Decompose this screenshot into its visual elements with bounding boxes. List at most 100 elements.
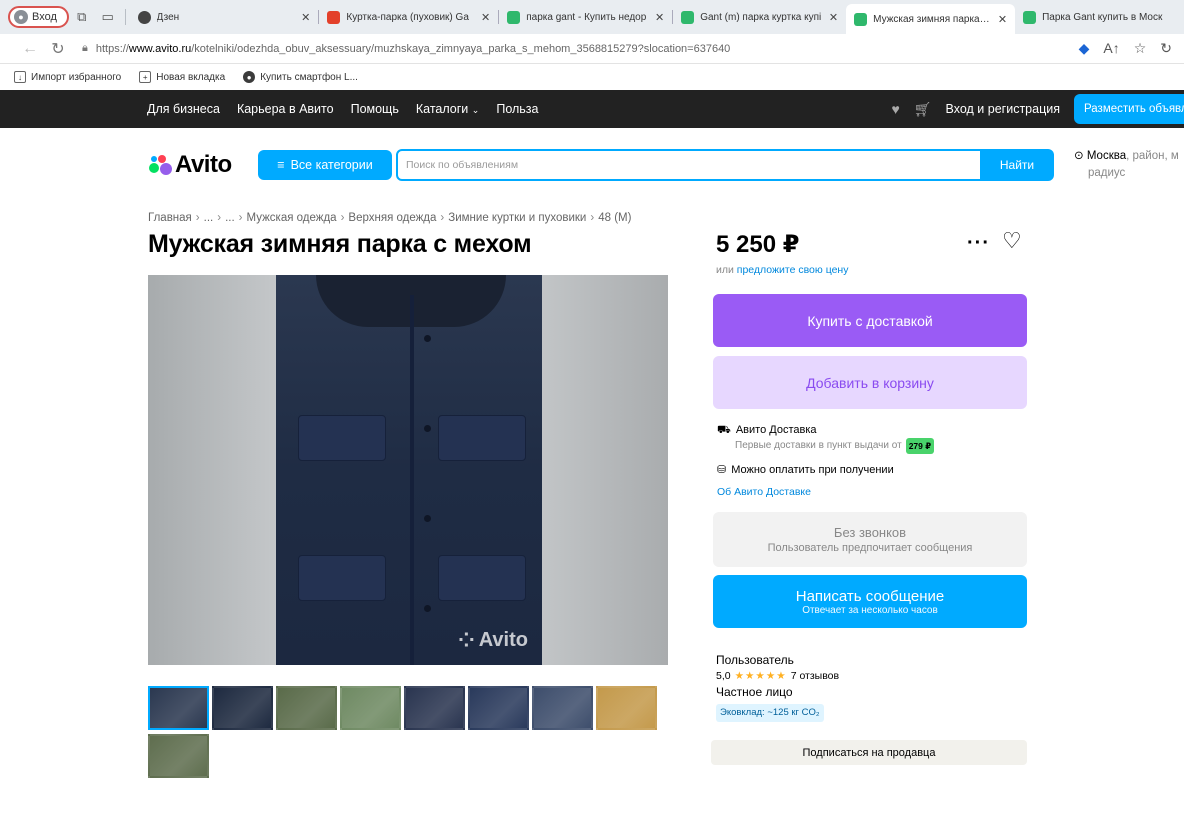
buy-with-delivery-button[interactable]: Купить с доставкой bbox=[713, 294, 1027, 347]
close-tab-icon[interactable]: ✕ bbox=[301, 11, 310, 24]
avito-logo-dots-icon bbox=[148, 154, 172, 176]
favorites-heart-icon[interactable]: ♥ bbox=[891, 101, 899, 117]
nav-link-business[interactable]: Для бизнеса bbox=[147, 102, 220, 116]
more-options-icon[interactable]: ··· bbox=[967, 232, 990, 255]
photo-thumbnail[interactable] bbox=[532, 686, 593, 730]
bookmark-smartphone[interactable]: ● Купить смартфон L... bbox=[243, 71, 358, 83]
breadcrumb-item[interactable]: Верхняя одежда bbox=[348, 212, 436, 224]
close-tab-icon[interactable]: ✕ bbox=[829, 11, 838, 24]
url-text: https://www.avito.ru/kotelniki/odezhda_o… bbox=[95, 42, 731, 55]
location-selector[interactable]: ⊙ Москва, район, м радиус bbox=[1074, 148, 1184, 182]
write-message-button[interactable]: Написать сообщение Отвечает за несколько… bbox=[713, 575, 1027, 628]
photo-thumbnail[interactable] bbox=[468, 686, 529, 730]
tab-title: парка gant - Купить недор bbox=[526, 11, 647, 23]
collections-icon[interactable]: ⧉ bbox=[69, 6, 95, 28]
location-pin-icon: ⊙ bbox=[1074, 150, 1084, 162]
photo-thumbnail[interactable] bbox=[596, 686, 657, 730]
browser-login-button[interactable]: ● Вход bbox=[8, 6, 69, 28]
offer-prefix: или bbox=[716, 264, 734, 276]
reload-icon[interactable]: ↻ bbox=[44, 37, 72, 61]
breadcrumb-item[interactable]: Зимние куртки и пуховики bbox=[448, 212, 586, 224]
watermark-dots-icon: ⁘ bbox=[457, 630, 475, 652]
breadcrumb-item[interactable]: Мужская одежда bbox=[247, 212, 337, 224]
favorite-star-icon[interactable]: ☆ bbox=[1134, 40, 1147, 57]
seller-name[interactable]: Пользователь bbox=[716, 652, 839, 668]
breadcrumb-item[interactable]: ... bbox=[204, 212, 214, 224]
breadcrumb-item[interactable]: 48 (M) bbox=[598, 212, 631, 224]
nav-link-career[interactable]: Карьера в Авито bbox=[237, 102, 334, 116]
offer-price-link[interactable]: предложите свою цену bbox=[737, 264, 849, 276]
nav-link-catalogs[interactable]: Каталоги ⌄ bbox=[416, 102, 479, 116]
delivery-subtitle: Первые доставки в пункт выдачи от bbox=[735, 440, 902, 451]
avito-logo-text: Avito bbox=[175, 151, 232, 178]
avito-top-nav: Для бизнеса Карьера в Авито Помощь Катал… bbox=[0, 90, 1184, 128]
delivery-title: Авито Доставка bbox=[735, 424, 817, 436]
photo-thumbnail[interactable] bbox=[276, 686, 337, 730]
price: 5 250 ₽ bbox=[716, 231, 800, 258]
bookmark-label: Новая вкладка bbox=[156, 71, 226, 83]
tab-parka-gant-moscow[interactable]: Парка Gant купить в Моск bbox=[1015, 4, 1184, 30]
find-button[interactable]: Найти bbox=[980, 149, 1054, 181]
close-tab-icon[interactable]: ✕ bbox=[655, 11, 664, 24]
breadcrumb-item[interactable]: ... bbox=[225, 212, 235, 224]
dzen-favicon-icon bbox=[137, 10, 151, 24]
post-ad-button[interactable]: Разместить объявление bbox=[1074, 94, 1184, 124]
photo-thumbnail[interactable] bbox=[148, 686, 209, 730]
tab-gant-m-parka[interactable]: Gant (m) парка куртка купі ✕ bbox=[673, 4, 846, 30]
reviews-link[interactable]: 7 отзывов bbox=[791, 668, 839, 684]
jacket-image bbox=[276, 275, 542, 665]
main-photo[interactable]: ⁘ Avito bbox=[148, 275, 668, 665]
wallet-icon: ⛁ bbox=[717, 464, 727, 476]
tab-title: Дзен bbox=[156, 11, 180, 23]
close-tab-icon[interactable]: ✕ bbox=[998, 13, 1007, 26]
eco-contribution-badge: Эковклад: ~125 кг CO₂ bbox=[716, 704, 824, 722]
delivery-subtitle-row: Первые доставки в пункт выдачи от 279 ₽ bbox=[735, 438, 935, 454]
nav-link-benefit[interactable]: Польза bbox=[496, 102, 538, 116]
photo-thumbnail[interactable] bbox=[404, 686, 465, 730]
favorite-heart-icon[interactable]: ♡ bbox=[1002, 228, 1022, 254]
login-register-link[interactable]: Вход и регистрация bbox=[946, 102, 1060, 116]
add-to-cart-button[interactable]: Добавить в корзину bbox=[713, 356, 1027, 409]
photo-background-left bbox=[148, 275, 276, 665]
location-city: Москва bbox=[1086, 150, 1127, 162]
subscribe-seller-button[interactable]: Подписаться на продавца bbox=[711, 740, 1027, 765]
photo-watermark: ⁘ Avito bbox=[458, 628, 528, 653]
photo-thumbnail[interactable] bbox=[212, 686, 273, 730]
seller-type: Частное лицо bbox=[716, 685, 793, 699]
close-tab-icon[interactable]: ✕ bbox=[481, 11, 490, 24]
all-categories-label: Все категории bbox=[290, 158, 373, 172]
page-title: Мужская зимняя парка с мехом bbox=[148, 230, 532, 258]
lock-icon: 🔒︎ bbox=[82, 42, 88, 54]
truck-icon: ⛟ bbox=[717, 424, 731, 436]
refresh-extension-icon[interactable]: ↻ bbox=[1160, 40, 1172, 57]
shop-icon: ● bbox=[243, 71, 256, 83]
cart-icon[interactable]: 🛒︎ bbox=[914, 101, 932, 118]
chevron-down-icon: ⌄ bbox=[471, 105, 480, 115]
back-arrow-icon[interactable]: ← bbox=[16, 37, 44, 61]
write-message-sublabel: Отвечает за несколько часов bbox=[802, 604, 938, 616]
menu-search-icon: ≡ bbox=[277, 158, 285, 172]
about-delivery-link[interactable]: Об Авито Доставке bbox=[717, 484, 934, 500]
tab-parka-gant-buy[interactable]: парка gant - Купить недор ✕ bbox=[499, 4, 672, 30]
bookmark-import[interactable]: ↓ Импорт избранного bbox=[14, 71, 121, 83]
search-input[interactable] bbox=[406, 159, 980, 171]
nav-link-help[interactable]: Помощь bbox=[351, 102, 399, 116]
tag-icon[interactable]: ◆ bbox=[1079, 40, 1090, 57]
photo-thumbnails bbox=[148, 686, 668, 778]
breadcrumb-item[interactable]: Главная bbox=[148, 212, 192, 224]
write-message-label: Написать сообщение bbox=[795, 587, 945, 605]
breadcrumb-separator: › bbox=[440, 212, 445, 224]
tab-dzen[interactable]: Дзен ✕ bbox=[130, 4, 319, 30]
tab-actions-icon[interactable]: ▭ bbox=[95, 6, 121, 28]
avito-logo[interactable]: Avito bbox=[148, 150, 232, 180]
photo-thumbnail[interactable] bbox=[340, 686, 401, 730]
all-categories-button[interactable]: ≡ Все категории bbox=[258, 150, 392, 180]
url-field[interactable]: 🔒︎ https://www.avito.ru/kotelniki/odezhd… bbox=[82, 42, 1079, 55]
pay-on-receipt-row: ⛁ Можно оплатить при получении bbox=[717, 462, 934, 478]
tab-active-listing[interactable]: Мужская зимняя парка с м ✕ bbox=[846, 4, 1016, 34]
seller-rating: 5,0 ★★★★★ 7 отзывов bbox=[716, 668, 839, 684]
tab-kurtka-parka[interactable]: Куртка-парка (пуховик) Ga ✕ bbox=[319, 4, 498, 30]
photo-thumbnail[interactable] bbox=[148, 734, 209, 778]
bookmark-new-tab[interactable]: + Новая вкладка bbox=[139, 71, 225, 83]
read-aloud-icon[interactable]: A↑ bbox=[1103, 40, 1119, 57]
